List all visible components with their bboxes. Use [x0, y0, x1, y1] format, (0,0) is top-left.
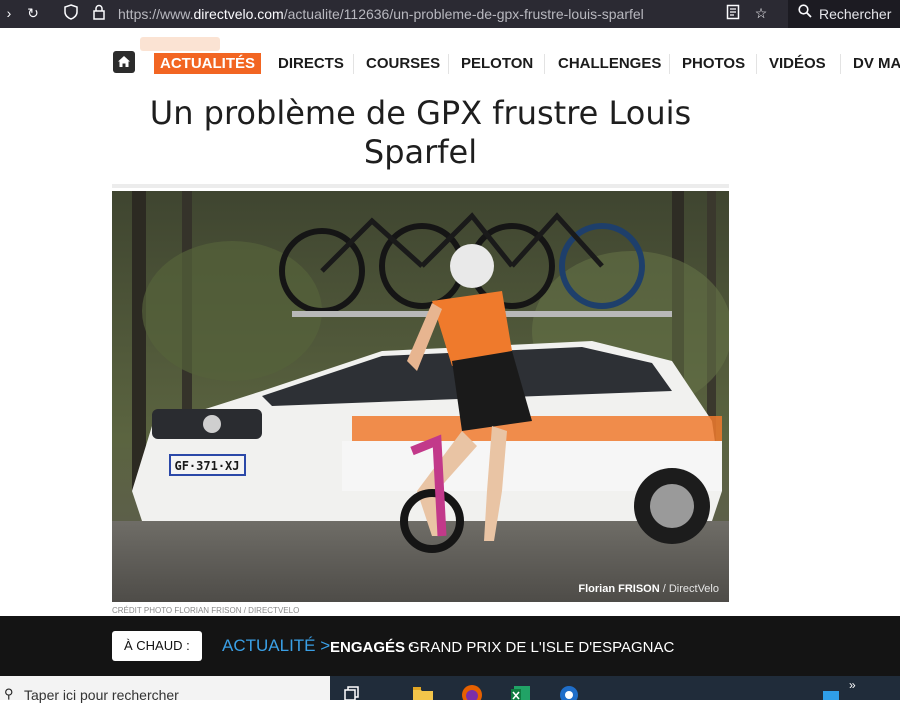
nav-dv-ma[interactable]: DV MA: [853, 55, 900, 72]
nav-photos[interactable]: PHOTOS: [682, 55, 745, 72]
title-divider: [112, 184, 729, 188]
photos-app-icon[interactable]: [558, 684, 578, 704]
browser-toolbar: › ↻ https://www.directvelo.com/actualite…: [0, 0, 900, 28]
nav-separator: [544, 54, 545, 74]
nav-videos[interactable]: VIDÉOS: [769, 55, 826, 72]
nav-peloton[interactable]: PELOTON: [461, 55, 533, 72]
reader-view-icon[interactable]: [724, 4, 742, 22]
overflow-chevron-icon[interactable]: »: [849, 678, 867, 694]
home-button[interactable]: [113, 51, 135, 73]
article-title-line2: Sparfel: [363, 133, 478, 171]
hot-section-link[interactable]: ACTUALITÉ >: [222, 636, 330, 656]
nav-separator: [756, 54, 757, 74]
nav-courses[interactable]: COURSES: [366, 55, 440, 72]
hot-tag[interactable]: ENGAGÉS :: [330, 639, 414, 656]
svg-text:GF·371·XJ: GF·371·XJ: [174, 459, 239, 473]
browser-search-box[interactable]: Rechercher: [788, 0, 900, 28]
nav-directs[interactable]: DIRECTS: [278, 55, 344, 72]
photo-caption-name: Florian FRISON: [578, 583, 660, 595]
lock-icon[interactable]: [90, 4, 108, 22]
url-path: /actualite/112636/un-probleme-de-gpx-fru…: [283, 6, 644, 22]
photo-caption: Florian FRISON / DirectVelo: [578, 583, 719, 595]
search-label: Rechercher: [819, 6, 892, 22]
bookmark-star-icon[interactable]: ☆: [752, 4, 770, 22]
url-domain: directvelo.com: [193, 6, 284, 22]
article-title: Un problème de GPX frustre Louis Sparfel: [112, 94, 729, 172]
address-bar[interactable]: https://www.directvelo.com/actualite/112…: [118, 6, 644, 22]
forward-icon[interactable]: ›: [0, 4, 18, 22]
firefox-icon[interactable]: [461, 684, 482, 705]
hot-headline[interactable]: GRAND PRIX DE L'ISLE D'ESPAGNAC: [408, 639, 674, 656]
cyclist-photo-illustration: GF·371·XJ: [112, 191, 729, 602]
article-title-line1: Un problème de GPX frustre Louis: [149, 94, 692, 132]
ghost-tab: [140, 37, 220, 51]
monitor-icon[interactable]: [822, 684, 840, 700]
nav-separator: [353, 54, 354, 74]
task-view-icon[interactable]: [343, 684, 361, 701]
shield-icon[interactable]: [62, 4, 80, 22]
home-icon: [118, 56, 130, 67]
file-explorer-icon[interactable]: [412, 684, 433, 700]
taskbar-search[interactable]: ⚲ Taper ici pour rechercher: [0, 676, 330, 703]
nav-challenges[interactable]: CHALLENGES: [558, 55, 661, 72]
search-icon: [796, 4, 814, 22]
excel-icon[interactable]: [510, 684, 530, 700]
hot-label: À CHAUD :: [112, 631, 202, 661]
nav-separator: [669, 54, 670, 74]
nav-separator: [448, 54, 449, 74]
nav-separator: [840, 54, 841, 74]
url-prefix: https://www.: [118, 6, 194, 22]
reload-icon[interactable]: ↻: [24, 4, 42, 22]
nav-actualites[interactable]: ACTUALITÉS: [154, 53, 261, 74]
taskbar-search-placeholder: Taper ici pour rechercher: [24, 687, 179, 703]
photo-caption-site: / DirectVelo: [659, 583, 719, 595]
article-photo[interactable]: GF·371·XJ Florian FRISON / DirectVelo: [112, 191, 729, 602]
photo-credit: CRÉDIT PHOTO FLORIAN FRISON / DIRECTVELO: [112, 606, 300, 615]
